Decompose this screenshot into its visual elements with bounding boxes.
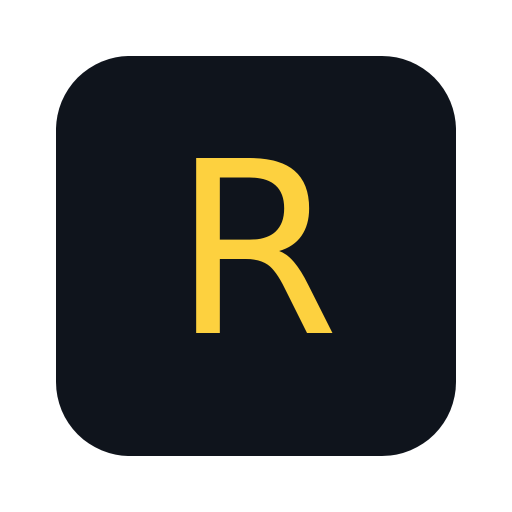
- app-icon-letter: R: [172, 110, 340, 390]
- app-icon: R: [56, 56, 456, 456]
- icon-canvas: R: [0, 0, 512, 512]
